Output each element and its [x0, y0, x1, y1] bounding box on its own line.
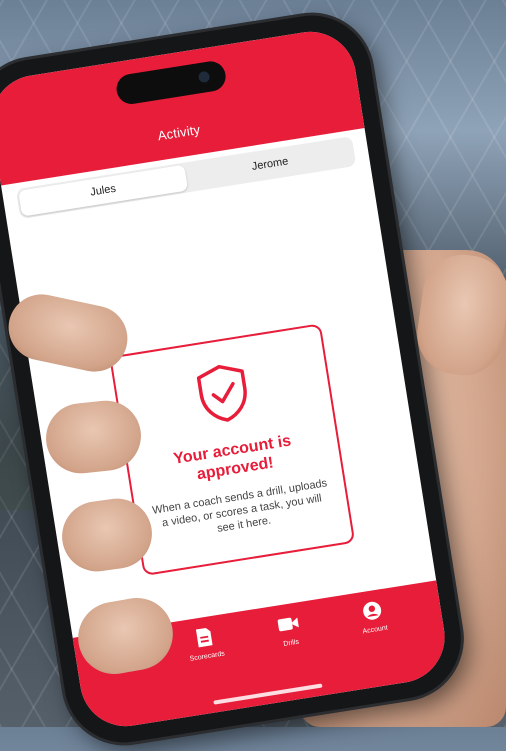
- tab-account-label: Account: [362, 624, 389, 636]
- tab-drills-label: Drills: [283, 638, 300, 648]
- user-circle-icon: [363, 601, 382, 620]
- camera-icon: [197, 70, 211, 84]
- tab-scorecards[interactable]: Scorecards: [168, 622, 242, 666]
- tab-scorecards-label: Scorecards: [189, 650, 226, 663]
- tab-drills[interactable]: Drills: [252, 609, 326, 653]
- tab-account[interactable]: Account: [336, 595, 410, 639]
- video-camera-icon: [277, 617, 299, 632]
- document-icon: [195, 627, 213, 648]
- shield-check-icon: [196, 364, 247, 422]
